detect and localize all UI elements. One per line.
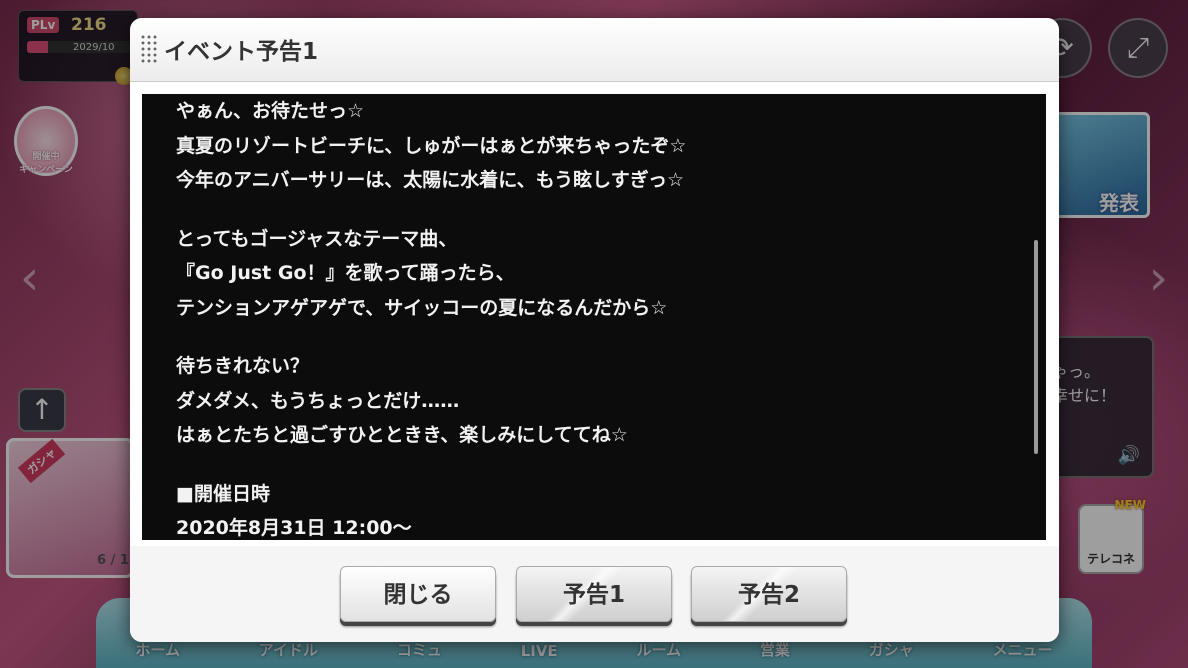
close-button[interactable]: 閉じる: [340, 566, 496, 622]
body-line: 今年のアニバーサリーは、太陽に水着に、もう眩しすぎっ☆: [176, 169, 684, 191]
body-line: 待ちきれない？: [176, 355, 310, 377]
scrollbar[interactable]: [1034, 240, 1038, 454]
event-notice-dialog: イベント予告1 やぁん、お待たせっ☆ 真夏のリゾートビーチに、しゅがーはぁとが来…: [130, 18, 1059, 642]
body-line: 『Go Just Go！』を歌って踊ったら、: [176, 262, 515, 284]
body-line: 2020年8月31日 12:00〜: [176, 517, 412, 539]
body-line: 真夏のリゾートビーチに、しゅがーはぁとが来ちゃったぞ☆: [176, 134, 687, 157]
dialog-text: やぁん、お待たせっ☆ 真夏のリゾートビーチに、しゅがーはぁとが来ちゃったぞ☆ 今…: [176, 94, 996, 540]
dialog-footer: 閉じる 予告1 予告2: [130, 546, 1059, 642]
body-line: はぁとたちと過ごすひとときき、楽しみにしててね☆: [176, 424, 628, 446]
dialog-title: イベント予告1: [164, 39, 319, 65]
notice-1-button[interactable]: 予告1: [516, 566, 672, 622]
dialog-header: イベント予告1: [130, 18, 1059, 82]
body-line: ■開催日時: [176, 482, 270, 505]
body-line: とってもゴージャスなテーマ曲、: [176, 227, 458, 250]
dialog-body[interactable]: やぁん、お待たせっ☆ 真夏のリゾートビーチに、しゅがーはぁとが来ちゃったぞ☆ 今…: [142, 94, 1046, 540]
grip-icon: [140, 34, 158, 64]
body-line: ダメダメ、もうちょっとだけ……: [176, 389, 460, 412]
notice-2-button[interactable]: 予告2: [691, 566, 847, 622]
body-line: テンションアゲアゲで、サイッコーの夏になるんだから☆: [176, 296, 668, 319]
body-line: やぁん、お待たせっ☆: [176, 100, 365, 122]
